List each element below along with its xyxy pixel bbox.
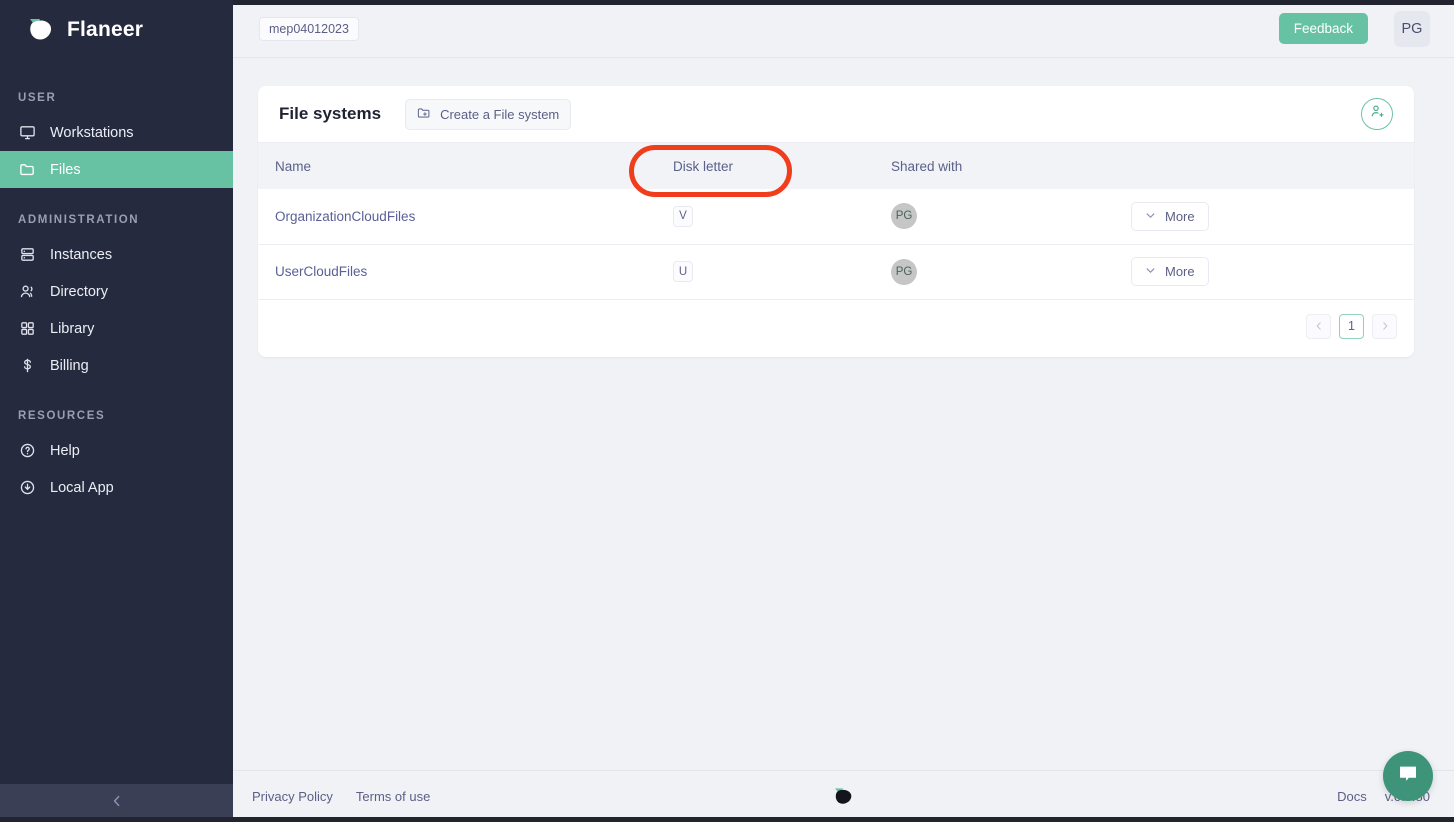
sidebar-item-label: Library bbox=[50, 320, 95, 337]
page-content: File systems Create a File system Name D… bbox=[233, 58, 1454, 770]
terms-of-use-link[interactable]: Terms of use bbox=[356, 789, 430, 804]
window-top-strip bbox=[233, 0, 1454, 5]
question-circle-icon bbox=[18, 442, 36, 460]
grid-icon bbox=[18, 320, 36, 338]
feedback-button[interactable]: Feedback bbox=[1278, 13, 1368, 44]
folder-plus-icon bbox=[417, 106, 431, 123]
file-systems-table: Name Disk letter Shared with Organizatio… bbox=[258, 143, 1414, 300]
sidebar-item-help[interactable]: Help bbox=[0, 432, 233, 469]
table-body: OrganizationCloudFiles V PG More UserClo… bbox=[258, 189, 1414, 300]
create-file-system-label: Create a File system bbox=[440, 106, 560, 122]
table-header-row: Name Disk letter Shared with bbox=[258, 143, 1414, 189]
download-circle-icon bbox=[18, 479, 36, 497]
sidebar-item-label: Local App bbox=[50, 479, 114, 496]
sidebar-item-label: Workstations bbox=[50, 124, 134, 141]
window-bottom-strip bbox=[0, 817, 1454, 822]
sidebar-nav: USER Workstations Files ADMINISTRATION I… bbox=[0, 60, 233, 784]
chevron-right-icon bbox=[1382, 322, 1387, 330]
sidebar-item-library[interactable]: Library bbox=[0, 310, 233, 347]
more-button-label: More bbox=[1165, 264, 1195, 279]
monitor-icon bbox=[18, 124, 36, 142]
sidebar-item-directory[interactable]: Directory bbox=[0, 273, 233, 310]
column-header-disk-letter: Disk letter bbox=[673, 143, 891, 189]
disk-letter-badge: U bbox=[673, 261, 693, 282]
file-systems-card: File systems Create a File system Name D… bbox=[258, 86, 1414, 357]
pagination: 1 bbox=[258, 300, 1414, 357]
chat-bubble-icon bbox=[1396, 763, 1420, 790]
organization-chip[interactable]: mep04012023 bbox=[259, 16, 359, 41]
disk-letter-badge: V bbox=[673, 205, 693, 227]
chevron-left-icon bbox=[110, 794, 124, 813]
card-header: File systems Create a File system bbox=[258, 86, 1414, 143]
folder-icon bbox=[18, 161, 36, 179]
add-shared-user-button[interactable] bbox=[1361, 98, 1393, 130]
sidebar-item-workstations[interactable]: Workstations bbox=[0, 114, 233, 151]
page-title: File systems bbox=[279, 104, 382, 123]
shared-with-avatar[interactable]: PG bbox=[891, 203, 917, 230]
table-head: Name Disk letter Shared with bbox=[258, 143, 1414, 189]
column-header-shared-with: Shared with bbox=[891, 143, 1131, 189]
sidebar-section-user: USER bbox=[18, 92, 57, 104]
shared-with-avatar[interactable]: PG bbox=[891, 258, 917, 285]
file-system-name[interactable]: OrganizationCloudFiles bbox=[275, 209, 415, 224]
sidebar-section-administration: ADMINISTRATION bbox=[18, 214, 140, 226]
pagination-page-1[interactable]: 1 bbox=[1339, 313, 1364, 339]
table-row: UserCloudFiles U PG More bbox=[258, 244, 1414, 300]
sidebar-item-label: Files bbox=[50, 161, 81, 178]
docs-link[interactable]: Docs bbox=[1337, 789, 1367, 804]
column-header-actions bbox=[1131, 143, 1414, 189]
sidebar-item-local-app[interactable]: Local App bbox=[0, 469, 233, 506]
footer-links: Privacy Policy Terms of use bbox=[252, 789, 430, 804]
file-system-name[interactable]: UserCloudFiles bbox=[275, 264, 367, 279]
privacy-policy-link[interactable]: Privacy Policy bbox=[252, 789, 333, 804]
sidebar-item-label: Instances bbox=[50, 246, 113, 263]
more-button[interactable]: More bbox=[1131, 201, 1209, 231]
chevron-down-icon bbox=[1145, 264, 1156, 279]
main-area: mep04012023 Feedback PG File systems Cre… bbox=[233, 0, 1454, 822]
pagination-next-button[interactable] bbox=[1372, 313, 1397, 339]
flaneer-mark-icon bbox=[833, 787, 855, 807]
brand[interactable]: Flaneer bbox=[0, 0, 233, 60]
create-file-system-button[interactable]: Create a File system bbox=[405, 98, 572, 130]
dollar-icon bbox=[18, 357, 36, 375]
sidebar-item-billing[interactable]: Billing bbox=[0, 347, 233, 384]
sidebar-item-instances[interactable]: Instances bbox=[0, 236, 233, 273]
server-icon bbox=[18, 246, 36, 264]
more-button-label: More bbox=[1165, 208, 1195, 224]
sidebar-item-label: Directory bbox=[50, 283, 109, 300]
column-header-name: Name bbox=[258, 143, 673, 189]
more-button[interactable]: More bbox=[1131, 257, 1209, 286]
footer: Privacy Policy Terms of use Docs v.0.9.8… bbox=[233, 770, 1454, 822]
chat-support-button[interactable] bbox=[1383, 751, 1433, 801]
flaneer-logo-icon bbox=[26, 16, 56, 44]
sidebar-item-label: Billing bbox=[50, 357, 89, 374]
users-icon bbox=[18, 283, 36, 301]
sidebar: Flaneer USER Workstations Files ADMINIST… bbox=[0, 0, 233, 822]
app-root: Flaneer USER Workstations Files ADMINIST… bbox=[0, 0, 1454, 822]
sidebar-item-files[interactable]: Files bbox=[0, 151, 233, 188]
chevron-down-icon bbox=[1145, 209, 1156, 224]
brand-name: Flaneer bbox=[67, 18, 144, 41]
pagination-prev-button[interactable] bbox=[1306, 313, 1331, 339]
chevron-left-icon bbox=[1316, 322, 1321, 330]
user-plus-icon bbox=[1369, 103, 1386, 125]
sidebar-item-label: Help bbox=[50, 442, 80, 459]
sidebar-section-resources: RESOURCES bbox=[18, 410, 106, 422]
topbar: mep04012023 Feedback PG bbox=[233, 0, 1454, 58]
avatar[interactable]: PG bbox=[1394, 10, 1430, 47]
table-row: OrganizationCloudFiles V PG More bbox=[258, 189, 1414, 245]
